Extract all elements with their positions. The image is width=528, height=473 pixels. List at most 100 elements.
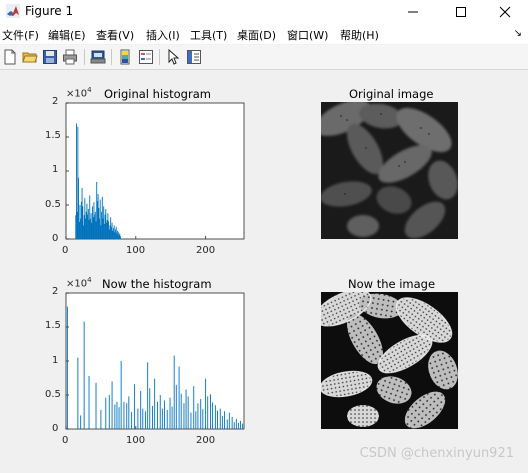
y-tick-label: 0.5 [45, 389, 61, 400]
menu-dock-arrow-icon[interactable]: ↘ [514, 28, 522, 39]
histogram-bar [217, 410, 218, 429]
histogram-bar [142, 408, 144, 429]
histogram-bar [180, 393, 182, 429]
menu-file[interactable]: 文件(F) [2, 27, 39, 43]
x-tick-label: 200 [196, 435, 216, 446]
x-tick-label: 0 [62, 245, 69, 256]
toolbar-separator [84, 49, 85, 65]
original-histogram-axes[interactable] [65, 102, 245, 240]
y-exponent-label: ×104 [66, 86, 92, 100]
y-tick-label: 0 [52, 233, 59, 244]
histogram-bar [159, 395, 161, 429]
axes-title: Now the histogram [102, 277, 212, 291]
histogram-bar [114, 404, 116, 429]
save-icon[interactable] [42, 49, 58, 65]
y-exponent-label: ×104 [66, 276, 92, 290]
maximize-icon [456, 7, 466, 17]
menu-insert[interactable]: 插入(I) [146, 27, 180, 43]
histogram-bar [185, 389, 187, 429]
original-image[interactable] [321, 102, 458, 239]
histogram-bar [95, 382, 97, 429]
histogram-bar [193, 386, 195, 429]
histogram-bar [119, 236, 121, 239]
close-button[interactable] [482, 0, 528, 24]
menu-desktop[interactable]: 桌面(D) [237, 27, 276, 43]
y-tick-label: 0 [52, 423, 59, 434]
histogram-bar [233, 422, 235, 429]
x-tick-label: 100 [126, 435, 146, 446]
menu-view[interactable]: 查看(V) [96, 27, 134, 43]
histogram-bar [235, 418, 237, 429]
menu-edit[interactable]: 编辑(E) [48, 27, 86, 43]
histogram-bar [149, 388, 151, 429]
histogram-bar [80, 415, 82, 429]
y-tick-label: 0.5 [45, 199, 61, 210]
toolbar-separator [159, 49, 160, 65]
print-icon[interactable] [62, 49, 78, 65]
histogram-bar [237, 422, 239, 429]
histogram-bar [152, 405, 154, 429]
y-tick-label: 1 [52, 164, 59, 175]
histogram-bar [145, 411, 147, 429]
histogram-bar [118, 407, 120, 429]
y-tick-label: 2 [52, 286, 59, 297]
open-folder-icon[interactable] [22, 49, 38, 65]
histogram-bar [205, 378, 207, 429]
axes-title: Original image [349, 87, 434, 101]
histogram-bar [202, 409, 204, 429]
histogram-bar [77, 357, 79, 429]
histogram-bar [123, 401, 125, 429]
histogram-bar [116, 401, 118, 429]
x-tick-label: 100 [126, 245, 146, 256]
maximize-button[interactable] [438, 0, 484, 24]
menu-window[interactable]: 窗口(W) [287, 27, 328, 43]
colorbar-icon[interactable] [117, 49, 133, 65]
histogram-bar [100, 409, 102, 429]
histogram-bar [133, 384, 135, 429]
histogram-bar [147, 362, 149, 429]
equalized-histogram-axes[interactable] [65, 292, 245, 430]
title-bar: Figure 1 [0, 0, 528, 24]
axes-title: Now the image [348, 277, 436, 291]
histogram-bar [214, 405, 216, 429]
print-preview-icon[interactable] [90, 49, 106, 65]
histogram-bar [66, 306, 68, 429]
histogram-bar [108, 395, 110, 429]
histogram-bar [173, 355, 175, 429]
histogram-bar [210, 394, 211, 429]
equalized-image[interactable] [321, 292, 458, 429]
histogram-bar [200, 399, 202, 429]
legend-icon[interactable] [138, 49, 154, 65]
histogram-bar [195, 411, 197, 429]
axes-title: Original histogram [104, 87, 211, 101]
new-file-icon[interactable] [2, 49, 18, 65]
histogram-bar [140, 390, 142, 429]
x-tick-label: 200 [196, 245, 216, 256]
histogram-bar [207, 396, 209, 429]
menu-help[interactable]: 帮助(H) [340, 27, 379, 43]
y-tick-label: 1.5 [45, 130, 61, 141]
matlab-app-icon [6, 4, 20, 18]
histogram-bar [187, 396, 189, 429]
histogram-bar [169, 397, 171, 429]
window-title: Figure 1 [25, 4, 74, 18]
pointer-icon[interactable] [165, 49, 181, 65]
histogram-bar [128, 396, 130, 429]
histogram-bar [242, 423, 244, 429]
histogram-bar [183, 403, 185, 429]
histogram-bar [228, 412, 230, 429]
menu-bar: 文件(F) 编辑(E) 查看(V) 插入(I) 工具(T) 桌面(D) 窗口(W… [0, 24, 528, 44]
histogram-bar [190, 412, 192, 429]
property-editor-icon[interactable] [186, 49, 202, 65]
x-tick-label: 0 [62, 435, 69, 446]
histogram-bar [221, 416, 223, 429]
histogram-bar [226, 419, 228, 429]
close-icon [499, 6, 511, 18]
menu-tools[interactable]: 工具(T) [190, 27, 227, 43]
minimize-button[interactable] [390, 0, 436, 24]
toolbar-separator [111, 49, 112, 65]
histogram-bar [83, 321, 85, 429]
minimize-icon [408, 11, 418, 13]
histogram-bar [166, 409, 168, 429]
histogram-bar [120, 361, 122, 429]
